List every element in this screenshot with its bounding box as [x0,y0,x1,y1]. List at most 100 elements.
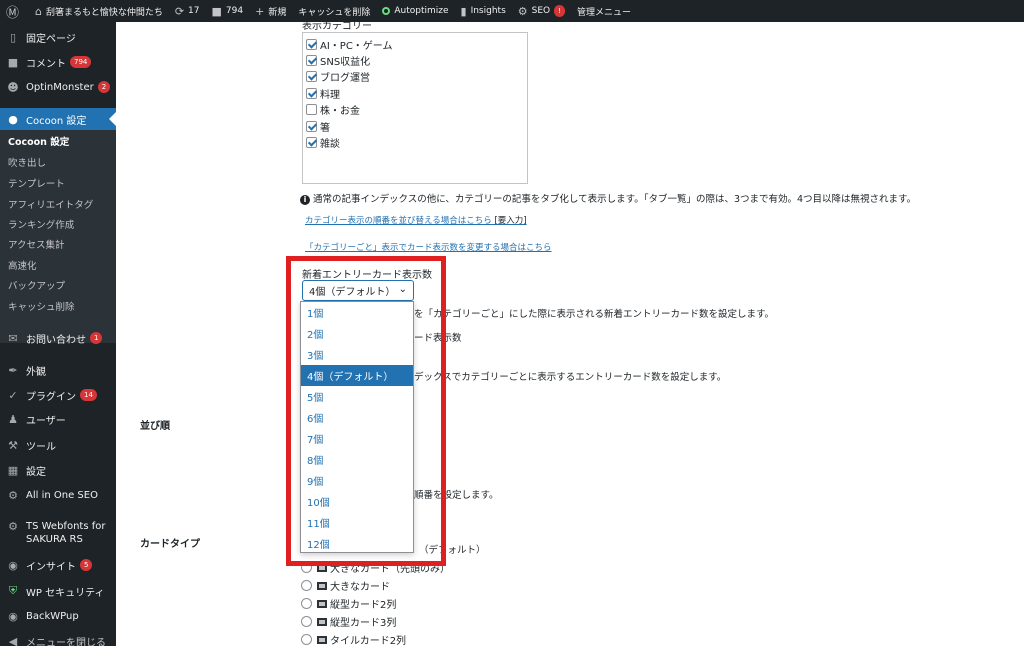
image-icon [317,617,327,626]
sidebar-item-label: BackWPup [26,610,79,622]
seo-menu[interactable]: ⚙ SEO! [512,0,571,22]
sidebar-item-wp-security[interactable]: ⛨ WP セキュリティ [0,580,116,602]
card-type-option[interactable]: 縦型カード2列 [301,596,396,611]
required-note: [要入力] [494,216,527,226]
category-order-link[interactable]: カテゴリー表示の順番を並び替える場合はこちら [305,216,492,226]
sidebar-item-ts-webfonts[interactable]: ⚙ TS Webfonts for SAKURA RS [0,516,116,550]
radio-button[interactable] [301,598,312,609]
seo-badge: ! [554,5,565,17]
home-icon: ⌂ [35,4,42,18]
insight-count-badge: 5 [80,559,93,571]
gear-icon: ⚙ [8,488,18,502]
radio-button[interactable] [301,634,312,645]
sidebar-item-plugins[interactable]: ✓ プラグイン 14 [0,384,116,406]
backwpup-icon: ◉ [8,609,18,623]
site-name-menu[interactable]: ⌂ 刮箸まるもと愉快な仲間たち [29,0,169,22]
refresh-icon: ⟳ [174,4,185,18]
checkbox[interactable] [306,88,317,99]
submenu-balloon[interactable]: 吹き出し [8,155,46,169]
category-checkbox-row[interactable]: SNS収益化 [306,53,370,68]
admin-sidebar: ▯ 固定ページ ■ コメント 794 ☻ OptinMonster 2 ● Cocoon 設… [0,22,116,646]
radio-button[interactable] [301,616,312,627]
card-type-label-text: 縦型カード3列 [330,618,397,629]
cocoon-icon: ● [8,112,18,126]
category-checkbox-row[interactable]: 料理 [306,86,340,101]
site-name: 刮箸まるもと愉快な仲間たち [46,7,163,18]
submenu-ranking[interactable]: ランキング作成 [8,217,74,231]
comment-icon: ■ [211,4,222,18]
admin-menu-link[interactable]: 管理メニュー [571,0,637,22]
category-label: 料理 [320,90,340,101]
sidebar-item-settings[interactable]: ▦ 設定 [0,459,116,481]
tab-note: i 通常の記事インデックスの他に、カテゴリーの記事をタブ化して表示します。「タブ一… [300,191,916,205]
tab-note-text: 通常の記事インデックスの他に、カテゴリーの記事をタブ化して表示します。「タブ一覧… [313,194,917,205]
mail-icon: ✉ [8,331,18,345]
card-type-option[interactable]: タイルカード2列 [301,632,406,646]
sidebar-item-appearance[interactable]: ✒ 外観 [0,359,116,381]
sidebar-item-users[interactable]: ♟ ユーザー [0,408,116,430]
checkbox[interactable] [306,137,317,148]
per-category-description: デックスでカテゴリーごとに表示するエントリーカード数を設定します。 [414,372,727,383]
sidebar-item-label: お問い合わせ [26,334,86,346]
submenu-cocoon-settings[interactable]: Cocoon 設定 [8,134,69,148]
comments-menu[interactable]: ■ 794 [206,0,250,22]
cocoon-submenu: Cocoon 設定 吹き出し テンプレート アフィリエイトタグ ランキング作成 … [0,130,116,343]
admin-bar: Ⓜ ⌂ 刮箸まるもと愉快な仲間たち ⟳ 17 ■ 794 + 新規 キャッシュを削除 A… [0,0,1024,22]
checkbox[interactable] [306,71,317,82]
info-icon: i [300,194,310,205]
insight-icon: ◉ [8,558,18,572]
wp-logo-menu[interactable]: Ⓜ [0,0,29,22]
sidebar-item-label-group: TS Webfonts for SAKURA RS [26,520,105,546]
card-type-label-text: 大きなカード [330,582,390,593]
sidebar-item-aioseo[interactable]: ⚙ All in One SEO [0,484,116,506]
radio-button[interactable] [301,580,312,591]
updates-menu[interactable]: ⟳ 17 [169,0,206,22]
submenu-cache-clear[interactable]: キャッシュ削除 [8,299,75,313]
submenu-template[interactable]: テンプレート [8,176,65,190]
sidebar-item-optinmonster[interactable]: ☻ OptinMonster 2 [0,76,116,98]
category-label: SNS収益化 [320,57,371,68]
checkbox[interactable] [306,121,317,132]
image-icon [317,635,327,644]
checkbox[interactable] [306,104,317,115]
comments-count: 794 [225,6,244,16]
sidebar-item-tools[interactable]: ⚒ ツール [0,434,116,456]
brush-icon: ✒ [8,363,18,377]
sidebar-item-label: SAKURA RS [26,534,83,545]
card-type-option[interactable]: 大きなカード [301,578,390,593]
insights-menu[interactable]: ▮ Insights [455,0,512,22]
category-checkbox-row[interactable]: AI・PC・ゲーム [306,37,393,52]
submenu-backup[interactable]: バックアップ [8,278,65,292]
comment-icon: ■ [7,55,19,69]
card-count-link[interactable]: 「カテゴリーごと」表示でカード表示数を変更する場合はこちら [305,241,552,253]
autoptimize-menu[interactable]: Autoptimize [376,0,454,22]
seo-label: SEO [531,6,551,16]
checkbox[interactable] [306,55,317,66]
sidebar-item-comments[interactable]: ■ コメント 794 [0,51,116,73]
sidebar-item-cocoon[interactable]: ● Cocoon 設定 [0,108,116,130]
category-checkbox-row[interactable]: 株・お金 [306,102,360,117]
submenu-access[interactable]: アクセス集計 [8,237,65,251]
submenu-speed[interactable]: 高速化 [8,258,37,272]
sidebar-item-label: 固定ページ [26,33,76,45]
checkbox[interactable] [306,39,317,50]
status-circle-icon [382,7,391,15]
image-icon [317,581,327,590]
sidebar-item-contact[interactable]: ✉ お問い合わせ 1 [0,327,116,349]
category-checkbox-row[interactable]: 箸 [306,119,330,134]
wordpress-logo-icon: Ⓜ [6,5,20,21]
category-checklist[interactable]: AI・PC・ゲーム SNS収益化 ブログ運営 料理 株・お金 箸 雑談 [302,32,528,184]
category-checkbox-row[interactable]: 雑談 [306,135,340,150]
sidebar-item-insight[interactable]: ◉ インサイト 5 [0,554,116,576]
sidebar-item-backwpup[interactable]: ◉ BackWPup [0,605,116,627]
card-type-option[interactable]: 縦型カード3列 [301,614,396,629]
sidebar-item-label: 設定 [26,466,46,478]
plugin-icon: ✓ [8,388,18,402]
submenu-affiliate-tag[interactable]: アフィリエイトタグ [8,197,93,211]
category-label: ブログ運営 [320,73,370,84]
sidebar-item-pages[interactable]: ▯ 固定ページ [0,26,116,48]
new-content-menu[interactable]: + 新規 [249,0,292,22]
collapse-menu-button[interactable]: ◀ メニューを閉じる [0,630,116,646]
sidebar-item-label: プラグイン [26,391,76,403]
category-checkbox-row[interactable]: ブログ運営 [306,69,370,84]
